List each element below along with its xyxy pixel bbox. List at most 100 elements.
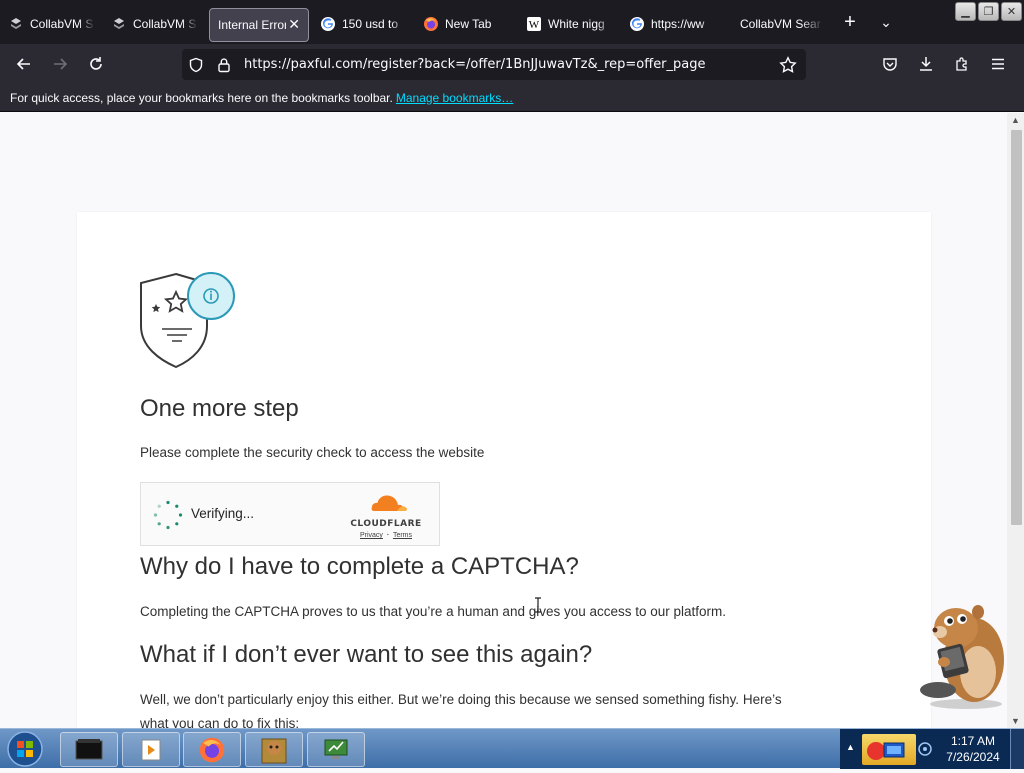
- taskbar-firefox[interactable]: [183, 732, 241, 767]
- tab-label: Internal Error: [218, 17, 287, 32]
- tab-label: 150 usd to: [342, 17, 399, 31]
- cloudflare-challenge-widget[interactable]: Verifying... CLOUDFLARE Privacy · Terms: [140, 482, 440, 546]
- downloads-button[interactable]: [908, 48, 944, 80]
- tab-collabvm-1[interactable]: CollabVM S: [0, 6, 103, 42]
- what-if-text-continued: what you can do to fix this:: [140, 716, 300, 728]
- verifying-status: Verifying...: [191, 506, 255, 521]
- google-icon: [629, 16, 645, 32]
- clock[interactable]: 1:17 AM 7/26/2024: [940, 733, 1006, 765]
- privacy-link[interactable]: Privacy: [360, 532, 383, 539]
- firefox-icon: [199, 737, 225, 762]
- collabvm-icon: [8, 16, 24, 32]
- scroll-up-icon[interactable]: ▲: [1007, 113, 1024, 127]
- hamburger-menu-icon: [992, 58, 1004, 70]
- tray-app-highlight[interactable]: [862, 734, 916, 765]
- page-title: One more step: [140, 395, 299, 422]
- google-icon: [320, 16, 336, 32]
- tab-google-url[interactable]: https://ww: [621, 6, 724, 42]
- tab-new-tab[interactable]: New Tab: [415, 6, 518, 42]
- bookmarks-toolbar: For quick access, place your bookmarks h…: [0, 84, 1024, 112]
- window-controls: ▁ ❐ ✕: [955, 2, 1022, 21]
- terminal-icon: [75, 738, 103, 759]
- windows-start-orb-icon: [7, 731, 43, 767]
- clock-time: 1:17 AM: [950, 734, 996, 748]
- link-separator: ·: [386, 532, 390, 539]
- toolbar-right: [872, 48, 1016, 80]
- cloudflare-branding: CLOUDFLARE Privacy · Terms: [345, 493, 427, 539]
- what-if-text: Well, we don’t particularly enjoy this e…: [140, 692, 782, 707]
- tab-collabvm-search[interactable]: CollabVM Sear: [724, 6, 832, 42]
- scrollbar-thumb[interactable]: [1011, 130, 1022, 525]
- tab-google-150usd[interactable]: 150 usd to: [312, 6, 415, 42]
- why-captcha-heading: Why do I have to complete a CAPTCHA?: [140, 553, 579, 580]
- tab-label: CollabVM S: [133, 17, 197, 31]
- loading-spinner-icon: [153, 500, 183, 530]
- media-player-icon: [141, 739, 161, 760]
- clock-date: 7/26/2024: [946, 750, 1000, 764]
- pocket-icon: [883, 58, 897, 71]
- minimize-button[interactable]: ▁: [955, 2, 976, 21]
- tab-label: New Tab: [445, 17, 492, 31]
- taskbar-monitor[interactable]: [307, 732, 365, 767]
- download-icon: [920, 57, 932, 71]
- list-all-tabs-button[interactable]: ⌄: [868, 4, 904, 40]
- what-if-heading: What if I don’t ever want to see this ag…: [140, 641, 593, 668]
- start-button[interactable]: [4, 730, 46, 768]
- tracking-protection-icon[interactable]: [182, 57, 210, 73]
- taskbar-bonzi-box[interactable]: [245, 732, 303, 767]
- lock-icon[interactable]: [210, 57, 238, 73]
- new-tab-button[interactable]: +: [832, 4, 868, 40]
- cloudflare-links: Privacy · Terms: [345, 532, 427, 539]
- vertical-scrollbar[interactable]: ▲ ▼: [1007, 113, 1024, 728]
- terms-link[interactable]: Terms: [393, 532, 412, 539]
- svg-text:W: W: [529, 19, 540, 31]
- why-captcha-text: Completing the CAPTCHA proves to us that…: [140, 604, 727, 619]
- manage-bookmarks-link[interactable]: Manage bookmarks…: [396, 91, 513, 105]
- hamster-assistant-icon[interactable]: [918, 600, 1010, 710]
- cloudflare-wordmark: CLOUDFLARE: [350, 519, 422, 529]
- tab-wikipedia[interactable]: W White nigg: [518, 6, 621, 42]
- show-hidden-icons-arrow[interactable]: ▲: [846, 742, 855, 752]
- tab-internal-error[interactable]: Internal Error ✕: [209, 7, 309, 42]
- cloudflare-cloud-icon: [371, 495, 407, 511]
- back-button[interactable]: [6, 48, 42, 80]
- tab-strip: CollabVM S CollabVM S Internal Error ✕ 1…: [0, 0, 1024, 44]
- firefox-icon: [423, 16, 439, 32]
- address-bar[interactable]: https://paxful.com/register?back=/offer/…: [182, 49, 806, 80]
- text-cursor-icon: [535, 597, 541, 613]
- back-arrow-icon: [16, 58, 30, 70]
- app-menu-button[interactable]: [980, 48, 1016, 80]
- security-check-subtitle: Please complete the security check to ac…: [140, 445, 485, 460]
- bonzi-box-icon: [261, 738, 287, 763]
- url-text[interactable]: https://paxful.com/register?back=/offer/…: [238, 57, 774, 72]
- tab-label: https://ww: [651, 17, 705, 31]
- forward-arrow-icon: [54, 58, 68, 70]
- security-shield-icon: [140, 272, 235, 369]
- scroll-down-icon[interactable]: ▼: [1007, 714, 1024, 728]
- tab-label: White nigg: [548, 17, 605, 31]
- forward-button[interactable]: [42, 48, 78, 80]
- restore-button[interactable]: ❐: [978, 2, 999, 21]
- reload-button[interactable]: [78, 48, 114, 80]
- close-window-button[interactable]: ✕: [1001, 2, 1022, 21]
- bookmark-star-icon[interactable]: [774, 55, 802, 74]
- chevron-down-icon: ⌄: [880, 13, 892, 30]
- collabvm-icon: [111, 16, 127, 32]
- reload-icon: [90, 57, 102, 70]
- extensions-button[interactable]: [944, 48, 980, 80]
- show-desktop-button[interactable]: [1010, 729, 1024, 769]
- tab-label: CollabVM Sear: [740, 17, 821, 31]
- bookmarks-hint: For quick access, place your bookmarks h…: [10, 90, 393, 105]
- network-monitor-icon: [867, 742, 905, 760]
- page-viewport: One more step Please complete the securi…: [0, 113, 1024, 728]
- speaker-icon[interactable]: [918, 742, 932, 756]
- plus-icon: +: [844, 10, 856, 33]
- pocket-button[interactable]: [872, 48, 908, 80]
- wikipedia-icon: W: [526, 16, 542, 32]
- tab-collabvm-2[interactable]: CollabVM S: [103, 6, 206, 42]
- windows-taskbar: ▲ 1:17 AM 7/26/2024: [0, 728, 1024, 769]
- navigation-toolbar: https://paxful.com/register?back=/offer/…: [0, 44, 1024, 84]
- taskbar-media-player[interactable]: [122, 732, 180, 767]
- close-tab-icon[interactable]: ✕: [288, 16, 300, 33]
- taskbar-terminal[interactable]: [60, 732, 118, 767]
